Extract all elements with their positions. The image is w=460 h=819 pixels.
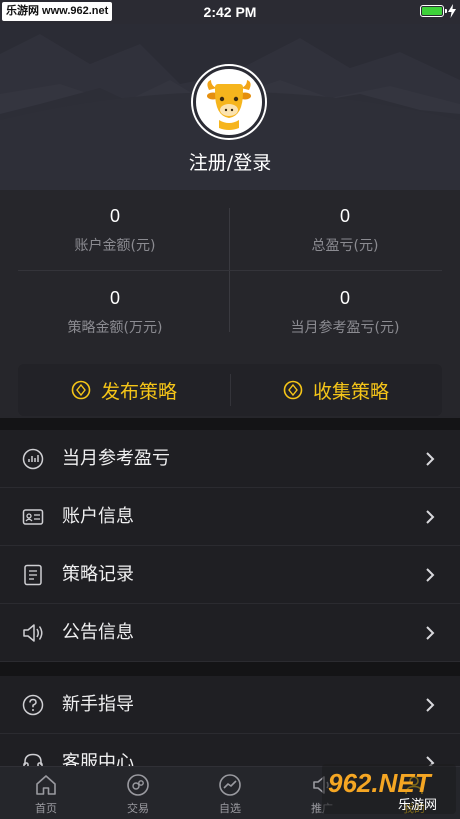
stat-value: 0 [339,288,350,308]
tab-watchlist[interactable]: 自选 [184,767,276,819]
tab-label: 自选 [219,802,241,815]
chart-circle-icon [22,448,44,470]
chevron-right-icon [426,568,435,582]
bull-mascot-icon [199,72,259,132]
trend-icon [219,774,241,796]
tab-label: 首页 [35,802,57,815]
chevron-right-icon [426,698,435,712]
status-bar: 乐游网 www.962.net 2:42 PM [0,0,460,24]
tab-label: 交易 [127,802,149,815]
stat-value: 0 [109,206,120,226]
section-gap [0,662,460,676]
stat-account-balance: 0 账户金额(元) [0,206,230,255]
profile-header: 注册/登录 [0,24,460,190]
stat-strategy-amount: 0 策略金额(万元) [0,288,230,337]
id-card-icon [22,509,44,525]
menu-item-beginner-guide[interactable]: 新手指导 [0,676,460,734]
stat-label: 策略金额(万元) [67,320,163,336]
document-icon [24,564,42,586]
menu-item-label: 当月参考盈亏 [62,448,170,469]
home-icon [36,775,56,795]
stat-value: 0 [339,206,350,226]
stats-panel: 0 账户金额(元) 0 总盈亏(元) 0 策略金额(万元) 0 当月参考盈亏(元… [0,190,460,418]
tab-trade[interactable]: 交易 [92,767,184,819]
menu-item-monthly-profit[interactable]: 当月参考盈亏 [0,430,460,488]
battery-icon [420,5,447,17]
exchange-icon [127,774,149,796]
avatar[interactable] [193,66,265,138]
question-icon [22,694,44,716]
chevron-right-icon [426,510,435,524]
tab-home[interactable]: 首页 [0,767,92,819]
strategy-actions: 发布策略 收集策略 [18,364,442,416]
menu-item-label: 策略记录 [62,564,134,585]
section-gap [0,418,460,430]
speaker-icon [23,624,43,642]
publish-strategy-label: 发布策略 [100,380,177,403]
watermark-logo: 962.NET 乐游网 [322,764,456,814]
login-link[interactable]: 注册/登录 [0,148,460,175]
stats-horizontal-divider [18,270,442,271]
menu-item-account-info[interactable]: 账户信息 [0,488,460,546]
menu-item-strategy-records[interactable]: 策略记录 [0,546,460,604]
collect-strategy-label: 收集策略 [312,380,389,403]
coin-icon [71,380,91,400]
chevron-right-icon [426,452,435,466]
stat-label: 当月参考盈亏(元) [290,320,400,336]
menu-item-label: 账户信息 [62,506,134,527]
publish-strategy-button[interactable]: 发布策略 [18,364,230,416]
watermark-text: 乐游网 [398,798,437,813]
collect-strategy-button[interactable]: 收集策略 [230,364,442,416]
menu-item-announcements[interactable]: 公告信息 [0,604,460,662]
charging-icon [448,4,456,18]
stat-label: 账户金额(元) [74,238,156,254]
stat-label: 总盈亏(元) [311,238,379,254]
menu-item-label: 公告信息 [62,622,134,643]
status-time: 2:42 PM [203,4,257,20]
stat-monthly-profit: 0 当月参考盈亏(元) [230,288,460,337]
watermark-brand: 962.NET [328,768,433,798]
stat-value: 0 [109,288,120,308]
menu-item-label: 新手指导 [62,694,134,715]
stat-total-profit: 0 总盈亏(元) [230,206,460,255]
coin-icon [283,380,303,400]
chevron-right-icon [426,626,435,640]
